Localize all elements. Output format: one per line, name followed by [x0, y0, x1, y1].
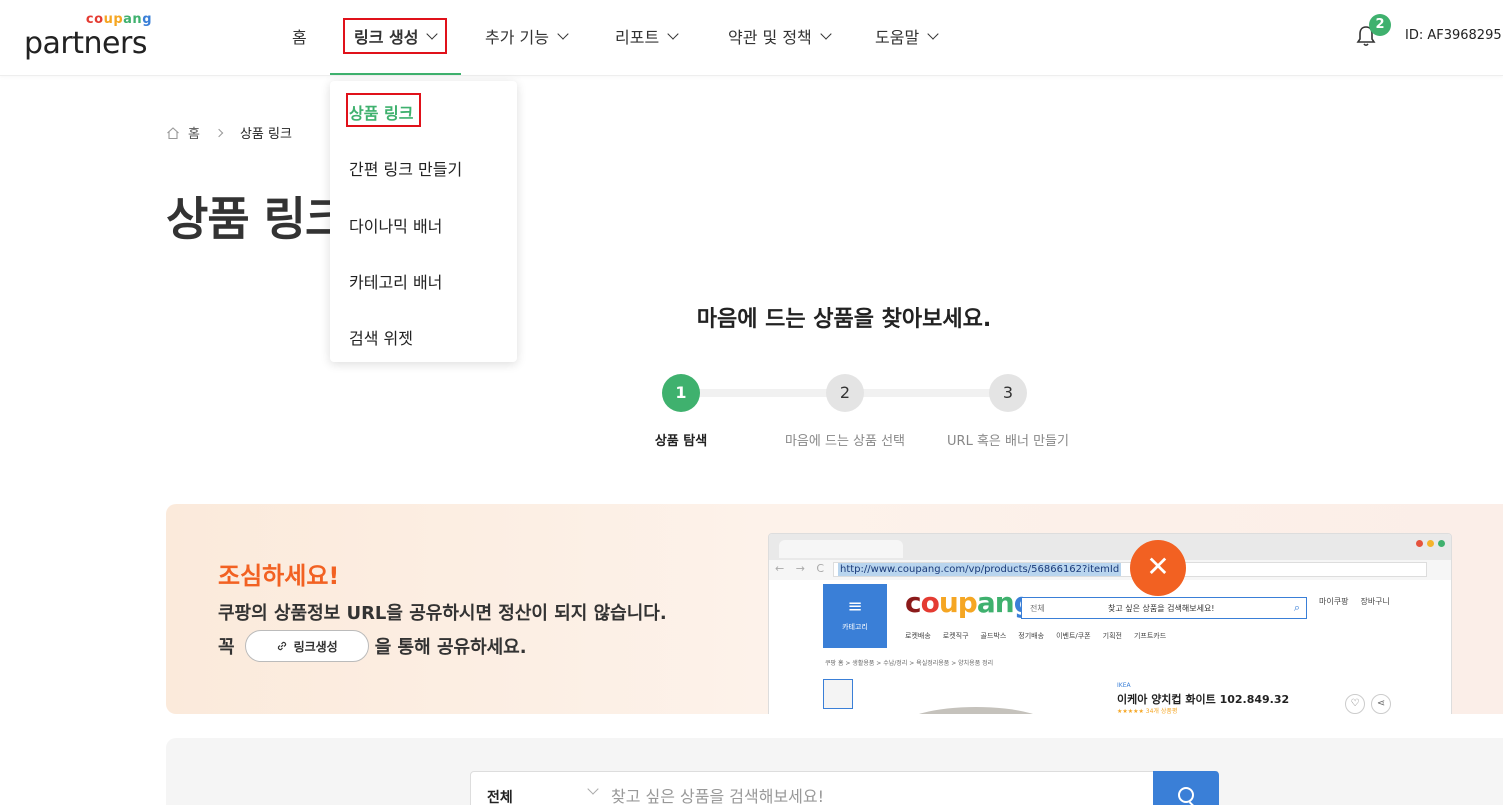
category-menu-label: 카테고리	[842, 623, 868, 631]
nav-item-label: 리포트	[615, 28, 660, 47]
example-category: 기획전	[1102, 632, 1122, 640]
example-breadcrumb: 쿠팡 홈 > 생활용품 > 수납/정리 > 욕실정리용품 > 양치용품 정리	[825, 660, 994, 667]
example-category: 기프트카드	[1133, 632, 1167, 640]
coupang-partners-logo[interactable]: coupang partners	[24, 12, 164, 62]
highlight-box	[343, 18, 447, 54]
user-id[interactable]: ID: AF3968295	[1405, 28, 1502, 43]
active-nav-underline	[330, 73, 461, 75]
search-category-select[interactable]: 전체	[487, 787, 513, 805]
banner-prefix: 꼭	[218, 637, 235, 658]
step-number-2: 2	[826, 374, 864, 412]
nav-item-report[interactable]: 리포트	[615, 24, 679, 48]
coupang-logo: coupang	[905, 586, 1034, 619]
warning-banner: 조심하세요! 쿠팡의 상품정보 URL을 공유하시면 정산이 되지 않습니다. …	[166, 504, 1503, 714]
dropdown-item-dynamic-banner[interactable]: 다이나믹 배너	[349, 213, 442, 237]
nav-item-home[interactable]: 홈	[292, 24, 307, 48]
banner-suffix: 을 통해 공유하세요.	[374, 637, 527, 658]
banner-message-2: 꼭 링크생성 을 통해 공유하세요.	[218, 630, 527, 662]
link-create-label: 링크생성	[293, 639, 338, 654]
notification-badge: 2	[1369, 14, 1391, 36]
product-brand: IKEA	[1117, 682, 1131, 689]
breadcrumb: 홈 상품 링크	[166, 123, 292, 142]
search-input[interactable]	[611, 783, 1151, 805]
product-thumbnail	[823, 679, 853, 709]
example-url: http://www.coupang.com/vp/products/56866…	[838, 563, 1122, 576]
nav-item-label: 홈	[292, 28, 307, 47]
step-label-2: 마음에 드는 상품 선택	[784, 434, 906, 449]
product-actions: ♡ ⋖	[1345, 694, 1391, 714]
step-number-3: 3	[989, 374, 1027, 412]
breadcrumb-current: 상품 링크	[239, 127, 292, 142]
nav-item-extra-features[interactable]: 추가 기능	[485, 24, 569, 48]
nav-item-label: 추가 기능	[485, 28, 549, 47]
window-controls	[1416, 540, 1445, 547]
chevron-down-icon	[927, 27, 939, 40]
nav-item-label: 약관 및 정책	[728, 28, 812, 47]
link-icon	[277, 641, 286, 651]
example-search-category: 전체	[1030, 604, 1045, 613]
close-x-icon: ✕	[1130, 540, 1186, 596]
cart-label: 장바구니	[1360, 597, 1390, 606]
nav-item-label: 도움말	[875, 28, 920, 47]
breadcrumb-home[interactable]: 홈	[188, 123, 200, 142]
example-search-bar: 전체 찾고 싶은 상품을 검색해보세요! ⌕	[1021, 597, 1307, 619]
example-category: 이벤트/쿠폰	[1056, 632, 1091, 640]
category-menu-icon: ≡ 카테고리	[823, 584, 887, 648]
dropdown-item-simple-link[interactable]: 간편 링크 만들기	[349, 156, 462, 180]
example-category: 로켓배송	[905, 632, 931, 640]
banner-message: 쿠팡의 상품정보 URL을 공유하시면 정산이 되지 않습니다.	[218, 603, 667, 624]
dropdown-item-category-banner[interactable]: 카테고리 배너	[349, 269, 442, 293]
example-category: 로켓직구	[942, 632, 969, 640]
example-search-placeholder: 찾고 싶은 상품을 검색해보세요!	[1108, 604, 1215, 613]
search-button[interactable]	[1153, 771, 1219, 805]
step-label-3: URL 혹은 배너 만들기	[947, 434, 1069, 449]
partners-wordmark: partners	[24, 26, 147, 61]
coupang-wordmark: coupang	[85, 12, 152, 27]
chevron-down-icon[interactable]	[587, 783, 599, 795]
chevron-right-icon	[214, 128, 224, 137]
dropdown-item-product-link[interactable]: 상품 링크	[349, 100, 413, 124]
browser-tab	[779, 540, 903, 558]
nav-item-terms-policy[interactable]: 약관 및 정책	[728, 24, 832, 48]
my-coupang-label: 마이쿠팡	[1319, 597, 1349, 606]
maximize-dot-icon	[1438, 540, 1445, 547]
search-icon	[1178, 787, 1194, 803]
dropdown-item-search-widget[interactable]: 검색 위젯	[349, 325, 413, 349]
example-category: 골드박스	[980, 632, 1007, 640]
search-icon: ⌕	[1293, 601, 1300, 614]
nav-item-help[interactable]: 도움말	[875, 24, 939, 48]
steps-heading: 마음에 드는 상품을 찾아보세요.	[696, 307, 992, 332]
close-dot-icon	[1416, 540, 1423, 547]
home-icon	[167, 126, 179, 139]
product-rating: ★★★★★ 34개 상품평	[1117, 708, 1178, 714]
product-image	[901, 707, 1051, 714]
step-label-1: 상품 탐색	[654, 434, 708, 449]
search-box: 전체	[470, 771, 1218, 805]
chevron-down-icon	[557, 27, 569, 40]
browser-nav-arrows-icon: ← → C	[775, 562, 829, 575]
product-search-section: 전체	[166, 738, 1503, 805]
example-category: 정기배송	[1018, 632, 1045, 640]
minimize-dot-icon	[1427, 540, 1434, 547]
step-number-1: 1	[662, 374, 700, 412]
top-header: coupang partners 홈 링크 생성 추가 기능 리포트 약관 및 …	[0, 0, 1503, 76]
chevron-down-icon	[820, 27, 832, 40]
heart-icon: ♡	[1345, 694, 1365, 714]
browser-toolbar: ← → C http://www.coupang.com/vp/products…	[769, 534, 1451, 580]
chevron-down-icon	[667, 27, 679, 40]
example-category-bar: 로켓배송 로켓직구 골드박스 정기배송 이벤트/쿠폰 기획전 기프트카드	[905, 631, 1166, 641]
link-create-pill[interactable]: 링크생성	[244, 630, 369, 662]
product-name: 이케아 양치컵 화이트 102.849.32	[1117, 693, 1290, 706]
example-browser-screenshot: ← → C http://www.coupang.com/vp/products…	[768, 533, 1452, 714]
page-title: 상품 링크	[166, 192, 347, 246]
example-header-icons: 마이쿠팡 장바구니	[1319, 596, 1390, 607]
share-icon: ⋖	[1371, 694, 1391, 714]
banner-title: 조심하세요!	[218, 562, 340, 590]
url-row: ← → C http://www.coupang.com/vp/products…	[769, 560, 1451, 580]
link-create-dropdown: 상품 링크 간편 링크 만들기 다이나믹 배너 카테고리 배너 검색 위젯	[330, 81, 517, 362]
